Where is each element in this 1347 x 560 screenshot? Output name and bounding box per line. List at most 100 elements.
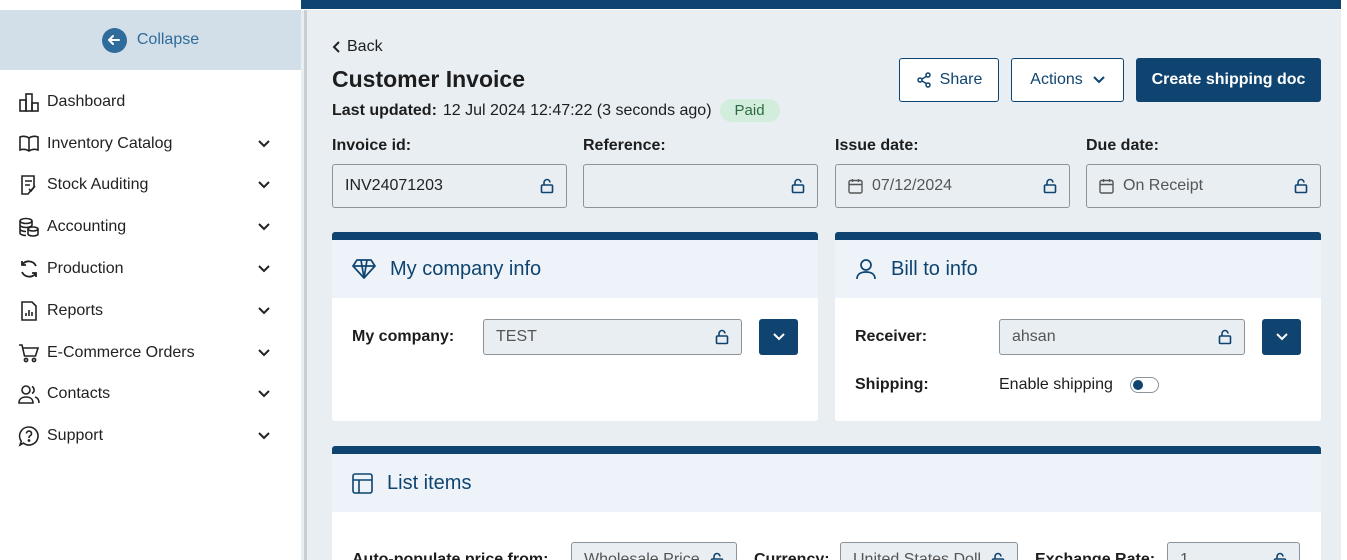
my-company-field[interactable]: TEST xyxy=(483,319,742,355)
sidebar-item-label: Reports xyxy=(47,301,104,319)
sidebar-item-reports[interactable]: Reports xyxy=(0,290,301,332)
shipping-label: Shipping: xyxy=(855,376,929,393)
my-company-dropdown-button[interactable] xyxy=(759,319,798,355)
chevron-down-icon xyxy=(1275,333,1288,341)
exchange-rate-field[interactable]: 1 xyxy=(1167,542,1300,560)
divider-line xyxy=(304,10,307,560)
status-badge: Paid xyxy=(719,99,780,122)
sidebar-item-stock-auditing[interactable]: Stock Auditing xyxy=(0,165,301,207)
create-shipping-doc-button[interactable]: Create shipping doc xyxy=(1136,58,1321,102)
sidebar-resize-handle[interactable] xyxy=(301,10,309,560)
unlock-icon[interactable] xyxy=(1218,329,1232,345)
bill-to-card: Bill to info Receiver: ahsan Shipping: E… xyxy=(835,232,1321,421)
collapse-button[interactable]: Collapse xyxy=(0,10,301,70)
sidebar-nav: Dashboard Inventory Catalog Stock Auditi… xyxy=(0,81,301,457)
sidebar-item-label: Support xyxy=(47,427,104,445)
cart-icon xyxy=(17,341,41,365)
main-content: Back Customer Invoice Last updated: 12 J… xyxy=(309,10,1341,560)
actions-dropdown[interactable]: Actions xyxy=(1011,58,1124,102)
chevron-down-icon xyxy=(257,387,271,401)
reference-field[interactable] xyxy=(583,164,818,208)
chevron-down-icon xyxy=(257,262,271,276)
chevron-down-icon xyxy=(257,137,271,151)
share-label: Share xyxy=(939,71,983,88)
invoice-id-value: INV24071203 xyxy=(345,177,443,194)
list-items-card: List items Auto-populate price from: Who… xyxy=(332,446,1321,560)
my-company-label: My company: xyxy=(352,328,455,345)
back-label: Back xyxy=(347,38,383,55)
auto-populate-label: Auto-populate price from: xyxy=(352,551,549,560)
exchange-rate-value: 1 xyxy=(1180,551,1189,560)
dashboard-icon xyxy=(17,90,41,114)
auto-populate-value: Wholesale Price xyxy=(584,551,700,560)
coins-icon xyxy=(17,215,41,239)
card-header: List items xyxy=(332,454,1321,512)
chevron-down-icon xyxy=(257,304,271,318)
issue-date-field[interactable]: 07/12/2024 xyxy=(835,164,1070,208)
last-updated-value: 12 Jul 2024 12:47:22 (3 seconds ago) xyxy=(442,101,712,119)
user-icon xyxy=(856,259,876,280)
calendar-icon xyxy=(1099,178,1114,194)
sidebar-item-label: Dashboard xyxy=(47,92,126,110)
chevron-down-icon xyxy=(1093,76,1105,84)
sidebar-item-accounting[interactable]: Accounting xyxy=(0,206,301,248)
sidebar-item-production[interactable]: Production xyxy=(0,248,301,290)
receiver-dropdown-button[interactable] xyxy=(1262,319,1301,355)
sidebar-item-label: Contacts xyxy=(47,385,111,403)
calendar-icon xyxy=(848,178,863,194)
sidebar-item-label: Stock Auditing xyxy=(47,176,149,194)
page-scrollbar[interactable] xyxy=(1341,0,1347,560)
back-button[interactable]: Back xyxy=(332,38,383,56)
sidebar-item-dashboard[interactable]: Dashboard xyxy=(0,81,301,123)
unlock-icon[interactable] xyxy=(1043,178,1057,194)
sidebar-item-inventory-catalog[interactable]: Inventory Catalog xyxy=(0,123,301,165)
chevron-down-icon xyxy=(257,178,271,192)
my-company-value: TEST xyxy=(496,328,537,345)
card-header: Bill to info xyxy=(835,240,1321,298)
enable-shipping-toggle[interactable] xyxy=(1130,377,1159,393)
audit-icon xyxy=(17,173,41,197)
diamond-icon xyxy=(352,259,376,279)
card-header: My company info xyxy=(332,240,818,298)
last-updated-label: Last updated: xyxy=(332,101,437,119)
chevron-down-icon xyxy=(257,346,271,360)
actions-label: Actions xyxy=(1030,71,1083,88)
exchange-rate-label: Exchange Rate: xyxy=(1035,551,1156,560)
invoice-id-field[interactable]: INV24071203 xyxy=(332,164,567,208)
my-company-card: My company info My company: TEST xyxy=(332,232,818,421)
unlock-icon[interactable] xyxy=(715,329,729,345)
last-updated: Last updated: 12 Jul 2024 12:47:22 (3 se… xyxy=(332,99,780,122)
contacts-icon xyxy=(17,382,41,406)
share-icon xyxy=(916,72,931,88)
unlock-icon[interactable] xyxy=(791,178,805,194)
unlock-icon[interactable] xyxy=(991,552,1005,560)
due-date-label: Due date: xyxy=(1086,137,1159,154)
page-title: Customer Invoice xyxy=(332,66,525,92)
currency-label: Currency: xyxy=(754,551,830,560)
sidebar-item-label: Inventory Catalog xyxy=(47,134,173,152)
book-icon xyxy=(17,132,41,156)
sidebar-item-e-commerce-orders[interactable]: E-Commerce Orders xyxy=(0,332,301,374)
sidebar-item-label: Accounting xyxy=(47,218,127,236)
currency-field[interactable]: United States Doll xyxy=(840,542,1018,560)
unlock-icon[interactable] xyxy=(1273,552,1287,560)
sidebar-item-support[interactable]: Support xyxy=(0,415,301,457)
card-title: List items xyxy=(387,471,472,494)
refresh-icon xyxy=(17,257,41,281)
due-date-field[interactable]: On Receipt xyxy=(1086,164,1321,208)
sidebar-item-contacts[interactable]: Contacts xyxy=(0,374,301,416)
issue-date-label: Issue date: xyxy=(835,137,919,154)
unlock-icon[interactable] xyxy=(540,178,554,194)
report-icon xyxy=(17,299,41,323)
due-date-value: On Receipt xyxy=(1123,177,1204,194)
card-title: Bill to info xyxy=(891,257,978,280)
auto-populate-field[interactable]: Wholesale Price xyxy=(571,542,737,560)
sidebar-item-label: E-Commerce Orders xyxy=(47,343,195,361)
unlock-icon[interactable] xyxy=(1294,178,1308,194)
issue-date-value: 07/12/2024 xyxy=(872,177,953,194)
receiver-field[interactable]: ahsan xyxy=(999,319,1245,355)
share-button[interactable]: Share xyxy=(899,58,999,102)
collapse-label: Collapse xyxy=(136,31,200,48)
unlock-icon[interactable] xyxy=(710,552,724,560)
top-bar xyxy=(0,0,1347,10)
